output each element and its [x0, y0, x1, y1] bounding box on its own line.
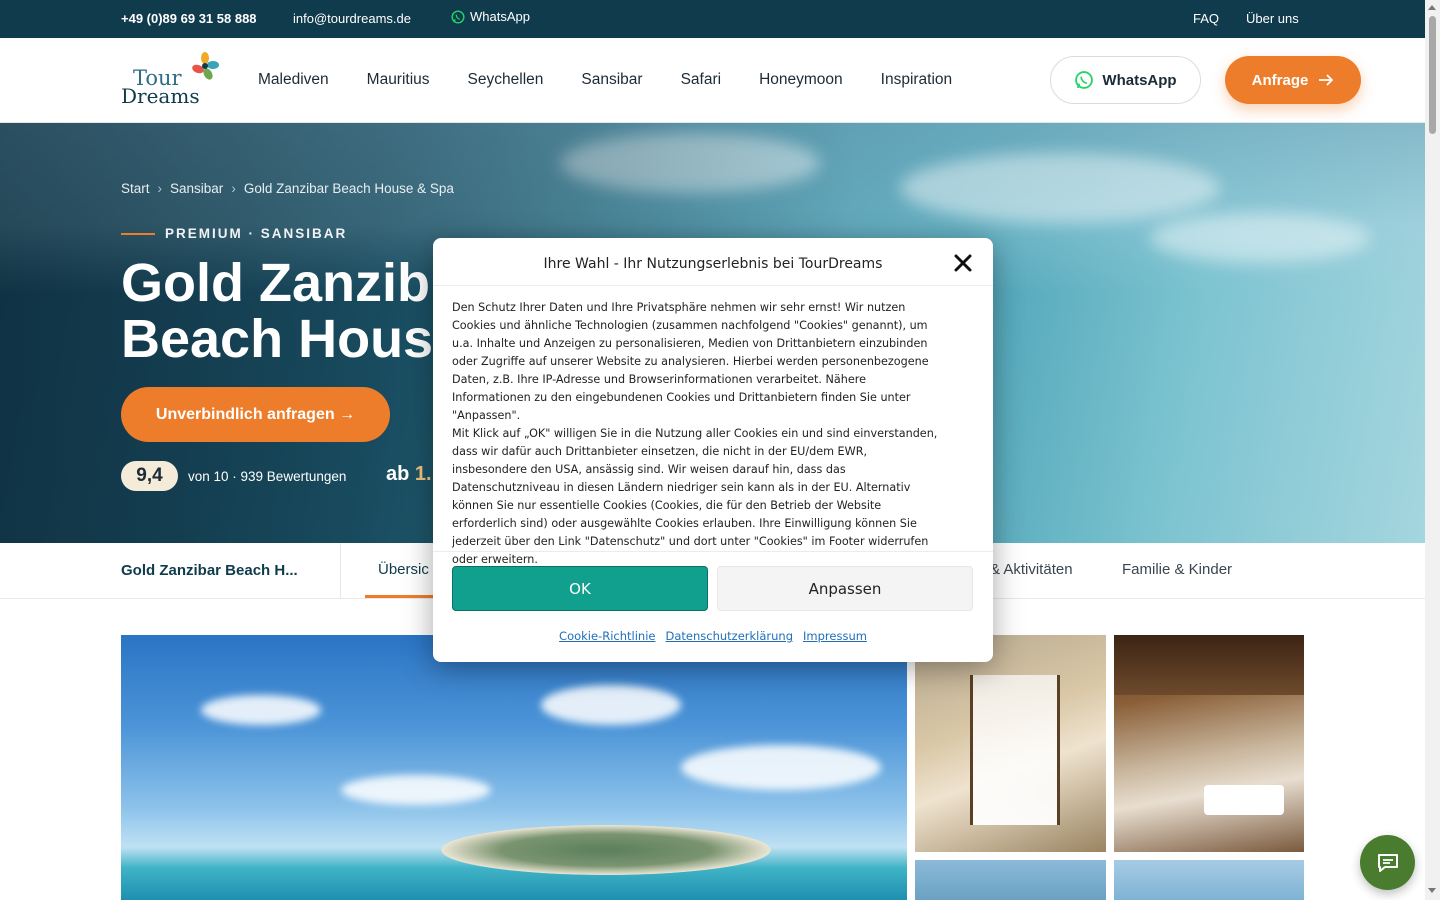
close-icon[interactable] — [953, 253, 973, 273]
chat-icon — [1377, 853, 1398, 872]
phone-link[interactable]: +49 (0)89 69 31 58 888 — [121, 11, 257, 26]
tab-activities[interactable]: & Aktivitäten — [990, 561, 1073, 578]
image-cloud — [541, 685, 681, 725]
subnav-divider — [340, 543, 341, 599]
gallery-thumb-restaurant[interactable] — [1114, 635, 1304, 852]
image-cloud — [681, 745, 881, 790]
topbar-whatsapp-link[interactable]: WhatsApp — [451, 9, 530, 24]
scroll-up-arrow[interactable] — [1428, 5, 1436, 10]
cookie-policy-link[interactable]: Cookie-Richtlinie — [559, 629, 655, 643]
subnav-hotel-name: Gold Zanzibar Beach H... — [121, 562, 298, 579]
tourdreams-logo[interactable]: Tour Dreams — [121, 52, 221, 108]
topbar-whatsapp-label: WhatsApp — [470, 9, 530, 24]
page-scrollbar[interactable] — [1425, 0, 1440, 900]
gallery-main-image[interactable] — [121, 635, 907, 900]
whatsapp-icon — [451, 9, 465, 24]
image-cloud — [201, 695, 321, 725]
cookie-ok-button[interactable]: OK — [452, 566, 708, 611]
email-link[interactable]: info@tourdreams.de — [293, 11, 411, 26]
main-header: Tour Dreams Malediven Mauritius Seychell… — [0, 38, 1425, 123]
tab-family[interactable]: Familie & Kinder — [1122, 561, 1232, 578]
image-bed — [970, 675, 1060, 825]
nav-item-inspiration[interactable]: Inspiration — [881, 71, 953, 89]
request-button-label: Anfrage — [1251, 71, 1309, 89]
top-bar: +49 (0)89 69 31 58 888 info@tourdreams.d… — [0, 0, 1425, 38]
cookie-dialog-body: Den Schutz Ihrer Daten und Ihre Privatsp… — [452, 299, 942, 569]
faq-link[interactable]: FAQ — [1193, 11, 1219, 26]
rating-count: von 10 · 939 Bewertungen — [188, 468, 347, 484]
hero-cloud — [900, 153, 1220, 223]
breadcrumb-start[interactable]: Start — [121, 181, 150, 196]
cookie-consent-dialog: Ihre Wahl - Ihr Nutzungserlebnis bei Tou… — [433, 238, 993, 662]
nav-item-seychellen[interactable]: Seychellen — [468, 71, 544, 89]
price-prefix: ab — [386, 463, 410, 485]
nav-item-honeymoon[interactable]: Honeymoon — [759, 71, 843, 89]
cookie-dialog-links: Cookie-Richtlinie Datenschutzerklärung I… — [433, 629, 993, 643]
cookie-dialog-header: Ihre Wahl - Ihr Nutzungserlebnis bei Tou… — [433, 238, 993, 286]
breadcrumb-current: Gold Zanzibar Beach House & Spa — [243, 181, 454, 196]
rating: 9,4 von 10 · 939 Bewertungen — [121, 461, 346, 491]
scrollbar-thumb[interactable] — [1429, 16, 1436, 134]
image-table — [1204, 785, 1284, 815]
scroll-down-arrow[interactable] — [1428, 888, 1436, 893]
logo-flower-icon — [192, 52, 219, 80]
main-nav: Malediven Mauritius Seychellen Sansibar … — [258, 71, 990, 89]
price: ab 1. — [386, 463, 432, 486]
whatsapp-button-label: WhatsApp — [1102, 71, 1177, 89]
breadcrumb-separator: › — [157, 181, 163, 196]
rating-score: 9,4 — [121, 461, 178, 491]
request-button[interactable]: Anfrage — [1225, 56, 1361, 104]
chat-button[interactable] — [1360, 835, 1415, 890]
imprint-link[interactable]: Impressum — [803, 629, 867, 643]
nav-item-mauritius[interactable]: Mauritius — [367, 71, 430, 89]
image-island — [441, 825, 771, 875]
logo-text-dreams: Dreams — [121, 84, 200, 108]
privacy-policy-link[interactable]: Datenschutzerklärung — [665, 629, 793, 643]
price-value: 1. — [414, 463, 432, 485]
whatsapp-icon — [1075, 71, 1094, 89]
gallery-thumb-sky[interactable] — [1114, 860, 1304, 900]
arrow-right-icon — [1319, 74, 1334, 86]
hero-cloud — [1150, 213, 1370, 263]
tab-overview[interactable]: Übersic — [378, 561, 429, 578]
eyebrow-text: PREMIUM · SANSIBAR — [165, 226, 348, 241]
image-cloud — [341, 775, 491, 805]
nav-item-sansibar[interactable]: Sansibar — [581, 71, 642, 89]
cookie-text-paragraph-2: Mit Klick auf „OK" willigen Sie in die N… — [452, 427, 938, 566]
breadcrumb-sansibar[interactable]: Sansibar — [170, 181, 223, 196]
nav-item-safari[interactable]: Safari — [681, 71, 722, 89]
gallery-thumb-beach[interactable] — [915, 860, 1106, 900]
image-roof — [1114, 635, 1304, 695]
gallery-thumb-room[interactable] — [915, 635, 1106, 852]
whatsapp-button[interactable]: WhatsApp — [1050, 56, 1201, 104]
breadcrumb-separator: › — [231, 181, 236, 196]
cookie-dialog-divider — [433, 551, 993, 552]
nav-item-malediven[interactable]: Malediven — [258, 71, 329, 89]
cookie-text-paragraph-1: Den Schutz Ihrer Daten und Ihre Privatsp… — [452, 301, 929, 422]
cookie-dialog-title: Ihre Wahl - Ihr Nutzungserlebnis bei Tou… — [543, 256, 883, 272]
breadcrumb: Start › Sansibar › Gold Zanzibar Beach H… — [121, 181, 454, 196]
about-link[interactable]: Über uns — [1246, 11, 1299, 26]
eyebrow-line — [121, 232, 155, 235]
cookie-customize-button[interactable]: Anpassen — [717, 566, 973, 611]
hero-eyebrow: PREMIUM · SANSIBAR — [121, 226, 347, 241]
inquiry-cta-button[interactable]: Unverbindlich anfragen → — [121, 387, 390, 442]
